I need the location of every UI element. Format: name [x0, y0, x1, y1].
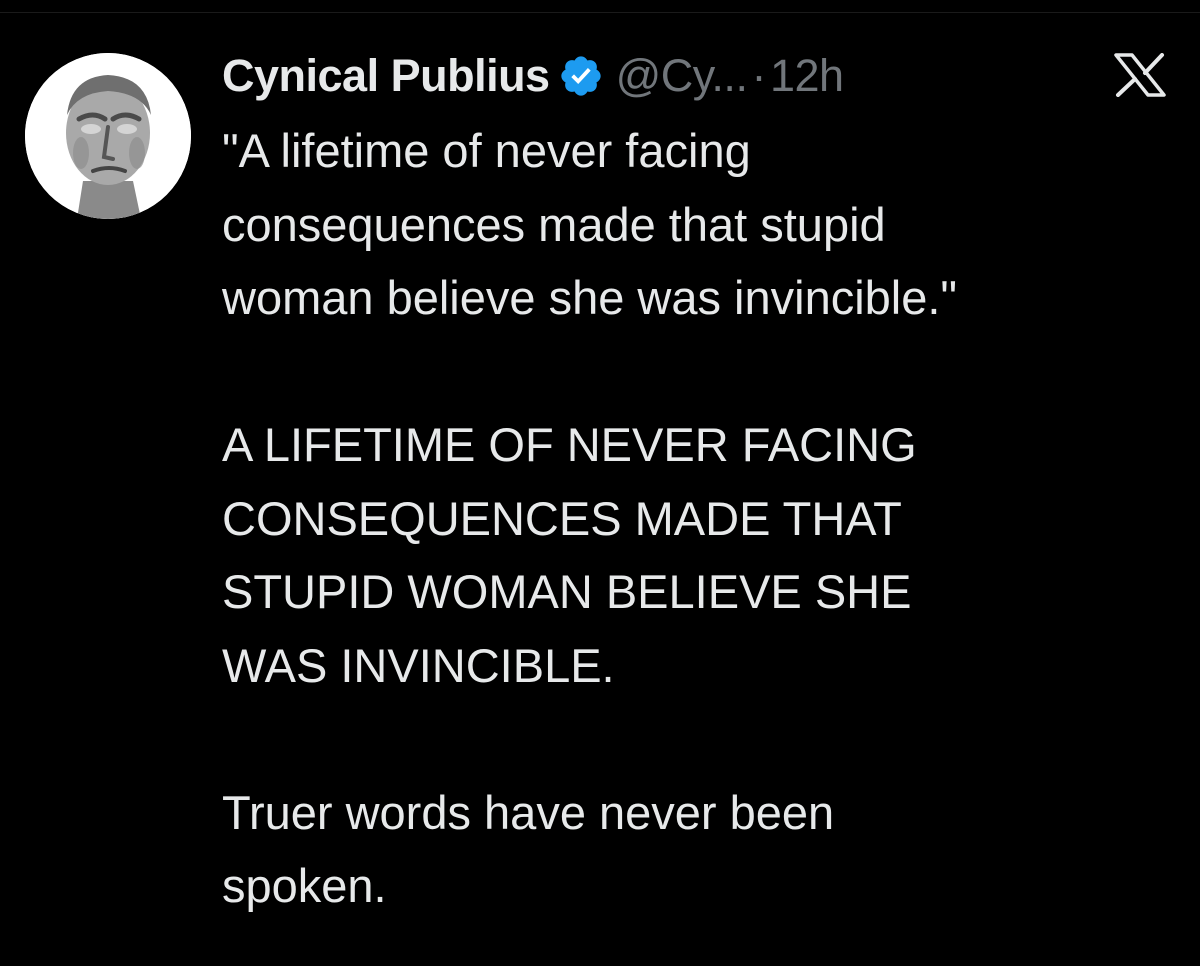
author-handle[interactable]: @Cy... [616, 50, 748, 102]
tweet-header: Cynical Publius @Cy... · 12h [222, 44, 844, 108]
timestamp[interactable]: 12h [770, 50, 844, 102]
author-display-name[interactable]: Cynical Publius [222, 50, 550, 102]
top-divider [0, 0, 1200, 13]
tweet-text: "A lifetime of never facing consequences… [222, 124, 958, 912]
verified-badge-icon [558, 53, 604, 99]
separator-dot: · [751, 50, 766, 101]
x-logo-icon[interactable] [1112, 53, 1168, 97]
bust-portrait-image [25, 53, 191, 219]
avatar[interactable] [25, 53, 191, 219]
